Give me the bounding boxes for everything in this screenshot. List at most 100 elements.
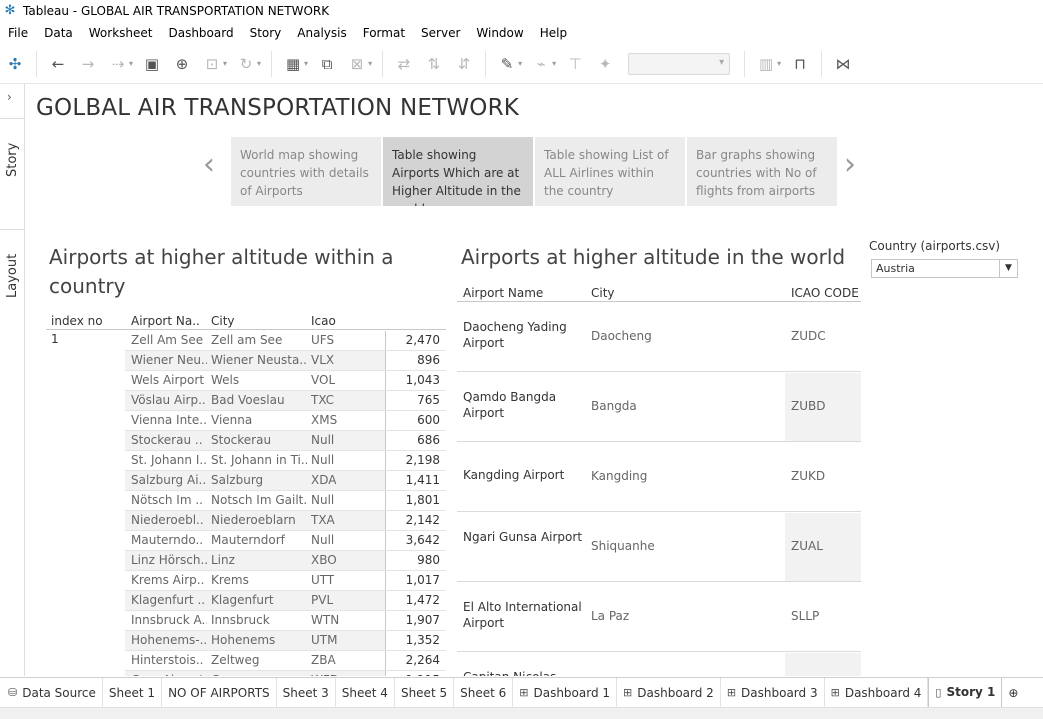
table-row[interactable]: Vöslau Airp.. Bad Voeslau TXC 765 [46, 391, 446, 411]
table-row[interactable]: Klagenfurt .. Klagenfurt PVL 1,472 [46, 591, 446, 611]
menu-story[interactable]: Story [242, 26, 290, 40]
altitude-by-country-table[interactable]: index no Airport Na.. City Icao 1 Zell A… [46, 312, 446, 676]
story-point-3[interactable]: Table showing List of ALL Airlines withi… [535, 137, 685, 206]
cell-airport-name: Salzburg Ai.. [131, 473, 207, 487]
new-sheet-icon[interactable]: ⊕ [1002, 678, 1024, 708]
table-row[interactable]: Nötsch Im .. Notsch Im Gailt.. Null 1,801 [46, 491, 446, 511]
fit-dropdown[interactable] [628, 52, 731, 75]
previous-story-point-icon[interactable]: ‹ [203, 150, 215, 180]
duplicate-sheet-icon[interactable]: ⧉ [316, 53, 338, 75]
replay-icon[interactable]: ⇢ [107, 53, 129, 75]
header-icao-code[interactable]: ICAO CODE [791, 286, 859, 300]
highlight-icon[interactable]: ✎ [496, 53, 518, 75]
country-filter-dropdown[interactable]: Austria ▼ [871, 259, 1018, 278]
cell-icao: PVL [311, 593, 334, 607]
clear-sheet-icon[interactable]: ⊠ [346, 53, 368, 75]
menu-format[interactable]: Format [355, 26, 413, 40]
tab-sheet-5[interactable]: Sheet 5 [395, 677, 455, 708]
story-point-1[interactable]: World map showing countries with details… [231, 137, 381, 206]
tab-sheet-3[interactable]: Sheet 3 [277, 677, 336, 708]
header-icao[interactable]: Icao [311, 314, 336, 328]
table-row[interactable]: Mauterndo.. Mauterndorf Null 3,642 [46, 531, 446, 551]
tab-dashboard-3[interactable]: ⊞ Dashboard 3 [721, 677, 825, 708]
story-pane-tab[interactable]: Story [0, 118, 25, 200]
table-row[interactable]: Graz Airport Graz WFD 1,115 [46, 671, 446, 676]
expand-panel-icon[interactable]: › [7, 90, 12, 104]
menu-file[interactable]: File [0, 26, 36, 40]
fix-axes-icon[interactable]: ✦ [594, 53, 616, 75]
menu-help[interactable]: Help [532, 26, 575, 40]
header-airport-name[interactable]: Airport Na.. [131, 314, 200, 328]
tableau-home-icon[interactable]: ✣ [4, 53, 26, 75]
table-row[interactable]: St. Johann I.. St. Johann in Ti.. Null 2,19… [46, 451, 446, 471]
table-row[interactable]: Qamdo Bangda Airport Bangda ZUBD [457, 373, 861, 442]
tab-dashboard-1[interactable]: ⊞ Dashboard 1 [513, 677, 618, 708]
table-row[interactable]: Ngari Gunsa Airport Shiquanhe ZUAL [457, 513, 861, 582]
save-icon[interactable]: ▣ [141, 53, 163, 75]
swap-rows-columns-icon[interactable]: ⇄ [393, 53, 415, 75]
refresh-icon[interactable]: ↻ [235, 53, 257, 75]
story-point-2[interactable]: Table showing Airports Which are at High… [383, 137, 533, 206]
altitude-world-table[interactable]: Airport Name City ICAO CODE Daocheng Yad… [457, 284, 861, 676]
chevron-down-icon[interactable]: ▾ [368, 59, 372, 68]
presentation-mode-icon[interactable]: ⊓ [789, 53, 811, 75]
cell-city: Notsch Im Gailt.. [211, 493, 307, 507]
header-airport-name[interactable]: Airport Name [463, 286, 543, 300]
chevron-down-icon[interactable]: ▾ [552, 59, 556, 68]
layout-pane-tab[interactable]: Layout [0, 229, 25, 321]
share-icon[interactable]: ⋈ [832, 53, 854, 75]
table-row[interactable]: Vienna Inte.. Vienna XMS 600 [46, 411, 446, 431]
new-data-source-icon[interactable]: ⊕ [171, 53, 193, 75]
header-index-no[interactable]: index no [51, 314, 103, 328]
next-story-point-icon[interactable]: › [844, 150, 856, 180]
table-row[interactable]: Hohenems-.. Hohenems UTM 1,352 [46, 631, 446, 651]
chevron-down-icon[interactable]: ▾ [777, 59, 781, 68]
table-row[interactable]: El Alto International Airport La Paz SLLP [457, 583, 861, 652]
story-point-4[interactable]: Bar graphs showing countries with No of … [687, 137, 837, 206]
table-row[interactable]: Niederoebl.. Niederoeblarn TXA 2,142 [46, 511, 446, 531]
pause-updates-icon[interactable]: ⊡ [201, 53, 223, 75]
chevron-down-icon[interactable]: ▾ [518, 59, 522, 68]
menu-dashboard[interactable]: Dashboard [160, 26, 241, 40]
show-me-icon[interactable]: ▥ [755, 53, 777, 75]
tab-story-1[interactable]: ▯ Story 1 [928, 677, 1003, 708]
sort-descending-icon[interactable]: ⇵ [453, 53, 475, 75]
menu-server[interactable]: Server [413, 26, 468, 40]
table-row[interactable]: Hinterstois.. Zeltweg ZBA 2,264 [46, 651, 446, 671]
tab-dashboard-4[interactable]: ⊞ Dashboard 4 [825, 677, 929, 708]
chevron-down-icon[interactable]: ▼ [999, 260, 1017, 277]
menu-data[interactable]: Data [36, 26, 81, 40]
show-mark-labels-icon[interactable]: ⊤ [564, 53, 586, 75]
tab-dashboard-2[interactable]: ⊞ Dashboard 2 [617, 677, 721, 708]
table-row[interactable]: Stockerau .. Stockerau Null 686 [46, 431, 446, 451]
tab-sheet-1[interactable]: Sheet 1 [103, 677, 163, 708]
new-worksheet-icon[interactable]: ▦ [282, 53, 304, 75]
table-row[interactable]: Krems Airp.. Krems UTT 1,017 [46, 571, 446, 591]
table-row[interactable]: Wels Airport Wels VOL 1,043 [46, 371, 446, 391]
menu-analysis[interactable]: Analysis [289, 26, 354, 40]
chevron-down-icon[interactable]: ▾ [304, 59, 308, 68]
redo-icon[interactable]: → [77, 53, 99, 75]
table-row[interactable]: Wiener Neu.. Wiener Neusta.. VLX 896 [46, 351, 446, 371]
tab-data-source[interactable]: ⛁ Data Source [0, 677, 103, 708]
chevron-down-icon[interactable]: ▾ [129, 59, 133, 68]
tab-sheet-4[interactable]: Sheet 4 [336, 677, 395, 708]
tab-sheet-6[interactable]: Sheet 6 [454, 677, 514, 708]
menu-window[interactable]: Window [468, 26, 531, 40]
header-city[interactable]: City [211, 314, 235, 328]
table-row[interactable]: Innsbruck A.. Innsbruck WTN 1,907 [46, 611, 446, 631]
group-members-icon[interactable]: ⌁ [530, 53, 552, 75]
header-city[interactable]: City [591, 286, 615, 300]
table-row[interactable]: Capitan Nicolas Rojas AirportPotosiSLPO [457, 653, 861, 676]
table-row[interactable]: Daocheng Yading Airport Daocheng ZUDC [457, 303, 861, 372]
table-row[interactable]: Linz Hörsch.. Linz XBO 980 [46, 551, 446, 571]
tab-no-of-airports[interactable]: NO OF AIRPORTS [162, 677, 277, 708]
undo-icon[interactable]: ← [47, 53, 69, 75]
table-row[interactable]: Kangding Airport Kangding ZUKD [457, 443, 861, 512]
menu-worksheet[interactable]: Worksheet [81, 26, 161, 40]
table-row[interactable]: Salzburg Ai.. Salzburg XDA 1,411 [46, 471, 446, 491]
table-row[interactable]: Zell Am See .. Zell am See UFS 2,470 [46, 331, 446, 351]
chevron-down-icon[interactable]: ▾ [257, 59, 261, 68]
sort-ascending-icon[interactable]: ⇅ [423, 53, 445, 75]
chevron-down-icon[interactable]: ▾ [223, 59, 227, 68]
